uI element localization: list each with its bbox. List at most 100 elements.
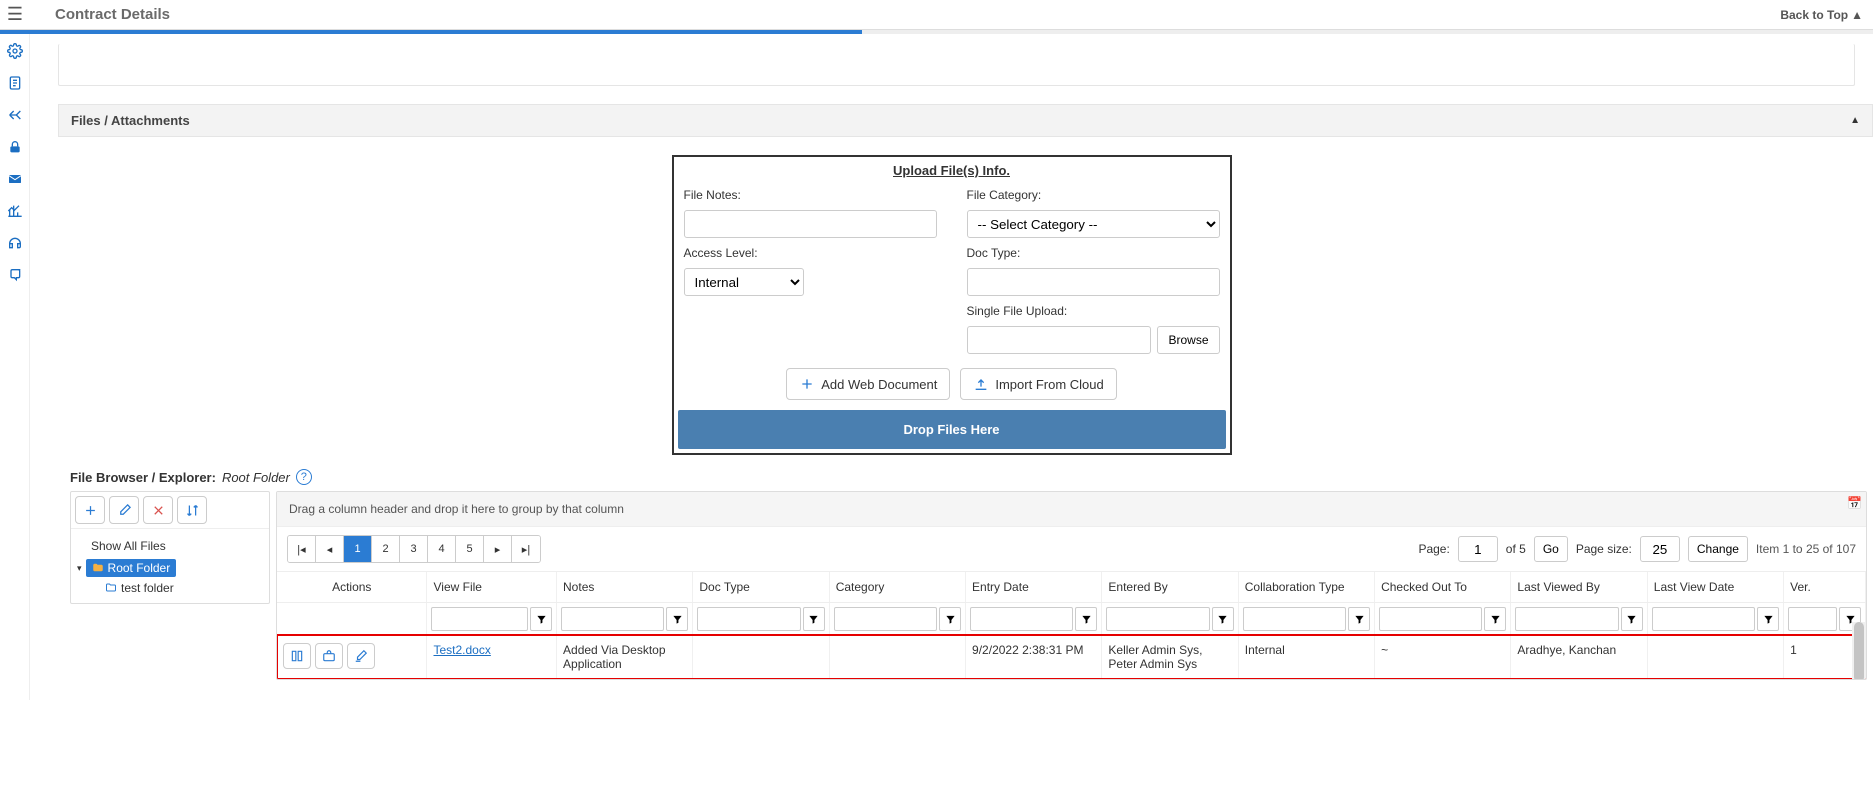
cell-checked-out: ~ bbox=[1375, 635, 1511, 679]
collapse-icon[interactable]: ▲ bbox=[1850, 115, 1860, 126]
row-open-button[interactable] bbox=[283, 643, 311, 669]
share-icon[interactable] bbox=[6, 106, 24, 124]
col-view-file[interactable]: View File bbox=[427, 572, 557, 603]
upload-panel: Upload File(s) Info. File Notes: Access … bbox=[672, 155, 1232, 455]
pager-next[interactable]: ▸ bbox=[484, 536, 512, 562]
filter-doc-type[interactable] bbox=[697, 607, 800, 631]
add-folder-button[interactable] bbox=[75, 496, 105, 524]
filter-btn-entry-date[interactable] bbox=[1075, 607, 1097, 631]
access-level-select[interactable]: Internal bbox=[684, 268, 804, 296]
doc-type-label: Doc Type: bbox=[967, 246, 1220, 260]
filter-last-viewed-by[interactable] bbox=[1515, 607, 1618, 631]
folder-outline-icon bbox=[105, 582, 117, 594]
filter-ver[interactable] bbox=[1788, 607, 1837, 631]
col-ver[interactable]: Ver. bbox=[1784, 572, 1866, 603]
pager-row: |◂ ◂ 1 2 3 4 5 ▸ ▸| Page: of 5 Go bbox=[277, 527, 1866, 572]
doc-type-input[interactable] bbox=[967, 268, 1220, 296]
filter-btn-entered-by[interactable] bbox=[1212, 607, 1234, 631]
col-doc-type[interactable]: Doc Type bbox=[693, 572, 829, 603]
filter-collab[interactable] bbox=[1243, 607, 1346, 631]
edit-folder-button[interactable] bbox=[109, 496, 139, 524]
filter-entered-by[interactable] bbox=[1106, 607, 1209, 631]
drop-files-zone[interactable]: Drop Files Here bbox=[678, 410, 1226, 449]
col-entered-by[interactable]: Entered By bbox=[1102, 572, 1238, 603]
page-label: Page: bbox=[1418, 542, 1449, 556]
import-from-cloud-button[interactable]: Import From Cloud bbox=[960, 368, 1116, 400]
pager-page-4[interactable]: 4 bbox=[428, 536, 456, 562]
delete-folder-button[interactable] bbox=[143, 496, 173, 524]
row-briefcase-button[interactable] bbox=[315, 643, 343, 669]
col-last-view-date[interactable]: Last View Date bbox=[1647, 572, 1783, 603]
group-hint[interactable]: Drag a column header and drop it here to… bbox=[277, 492, 1866, 527]
chart-icon[interactable] bbox=[6, 202, 24, 220]
filter-btn-collab[interactable] bbox=[1348, 607, 1370, 631]
file-browser-label: File Browser / Explorer: Root Folder ? bbox=[70, 469, 1873, 485]
col-notes[interactable]: Notes bbox=[557, 572, 693, 603]
filter-btn-doc-type[interactable] bbox=[803, 607, 825, 631]
add-web-document-label: Add Web Document bbox=[821, 377, 937, 392]
top-bar: ☰ Contract Details Back to Top ▲ bbox=[0, 0, 1873, 30]
upload-heading: Upload File(s) Info. bbox=[674, 163, 1230, 178]
file-browser-prefix: File Browser / Explorer: bbox=[70, 470, 216, 485]
pager-last[interactable]: ▸| bbox=[512, 536, 540, 562]
subfolder-node[interactable]: test folder bbox=[105, 581, 263, 595]
arrow-up-icon: ▲ bbox=[1851, 8, 1863, 22]
single-file-input[interactable] bbox=[967, 326, 1152, 354]
filter-btn-checked-out[interactable] bbox=[1484, 607, 1506, 631]
filter-entry-date[interactable] bbox=[970, 607, 1073, 631]
vertical-scrollbar[interactable] bbox=[1852, 622, 1866, 679]
filter-btn-notes[interactable] bbox=[666, 607, 688, 631]
col-actions[interactable]: Actions bbox=[277, 572, 427, 603]
filter-category[interactable] bbox=[834, 607, 937, 631]
filter-notes[interactable] bbox=[561, 607, 664, 631]
sort-button[interactable] bbox=[177, 496, 207, 524]
file-grid-panel: Drag a column header and drop it here to… bbox=[276, 491, 1867, 680]
hamburger-icon[interactable]: ☰ bbox=[0, 4, 30, 25]
file-table: Actions View File Notes Doc Type Categor… bbox=[277, 572, 1866, 679]
item-count: Item 1 to 25 of 107 bbox=[1756, 542, 1856, 556]
mail-icon[interactable] bbox=[6, 170, 24, 188]
show-all-files[interactable]: Show All Files bbox=[77, 537, 263, 559]
headset-icon[interactable] bbox=[6, 234, 24, 252]
filter-btn-last-viewed-by[interactable] bbox=[1621, 607, 1643, 631]
file-notes-input[interactable] bbox=[684, 210, 937, 238]
message-icon[interactable] bbox=[6, 266, 24, 284]
table-row[interactable]: Test2.docx Added Via Desktop Application… bbox=[277, 635, 1866, 679]
col-checked-out[interactable]: Checked Out To bbox=[1375, 572, 1511, 603]
document-icon[interactable] bbox=[6, 74, 24, 92]
filter-btn-category[interactable] bbox=[939, 607, 961, 631]
change-button[interactable]: Change bbox=[1688, 536, 1748, 562]
filter-btn-view-file[interactable] bbox=[530, 607, 552, 631]
col-last-viewed-by[interactable]: Last Viewed By bbox=[1511, 572, 1647, 603]
pager-page-5[interactable]: 5 bbox=[456, 536, 484, 562]
page-size-input[interactable] bbox=[1640, 536, 1680, 562]
filter-btn-last-view-date[interactable] bbox=[1757, 607, 1779, 631]
pager-prev[interactable]: ◂ bbox=[316, 536, 344, 562]
pager-page-1[interactable]: 1 bbox=[344, 536, 372, 562]
help-icon[interactable]: ? bbox=[296, 469, 312, 485]
cell-notes: Added Via Desktop Application bbox=[557, 635, 693, 679]
col-entry-date[interactable]: Entry Date bbox=[966, 572, 1102, 603]
root-folder-node[interactable]: Root Folder bbox=[86, 559, 177, 577]
col-category[interactable]: Category bbox=[829, 572, 965, 603]
file-browser-current: Root Folder bbox=[222, 470, 290, 485]
back-to-top-link[interactable]: Back to Top ▲ bbox=[1780, 8, 1863, 22]
go-button[interactable]: Go bbox=[1534, 536, 1568, 562]
filter-last-view-date[interactable] bbox=[1652, 607, 1755, 631]
pager-first[interactable]: |◂ bbox=[288, 536, 316, 562]
pager-page-2[interactable]: 2 bbox=[372, 536, 400, 562]
row-edit-button[interactable] bbox=[347, 643, 375, 669]
file-category-select[interactable]: -- Select Category -- bbox=[967, 210, 1220, 238]
filter-view-file[interactable] bbox=[431, 607, 528, 631]
col-collab-type[interactable]: Collaboration Type bbox=[1238, 572, 1374, 603]
lock-icon[interactable] bbox=[6, 138, 24, 156]
file-link[interactable]: Test2.docx bbox=[433, 643, 490, 657]
tree-caret-icon[interactable]: ▾ bbox=[77, 563, 82, 574]
filter-checked-out[interactable] bbox=[1379, 607, 1482, 631]
add-web-document-button[interactable]: Add Web Document bbox=[786, 368, 950, 400]
page-input[interactable] bbox=[1458, 536, 1498, 562]
filter-row: 📅 📅 bbox=[277, 603, 1866, 636]
gear-icon[interactable] bbox=[6, 42, 24, 60]
browse-button[interactable]: Browse bbox=[1157, 326, 1219, 354]
pager-page-3[interactable]: 3 bbox=[400, 536, 428, 562]
